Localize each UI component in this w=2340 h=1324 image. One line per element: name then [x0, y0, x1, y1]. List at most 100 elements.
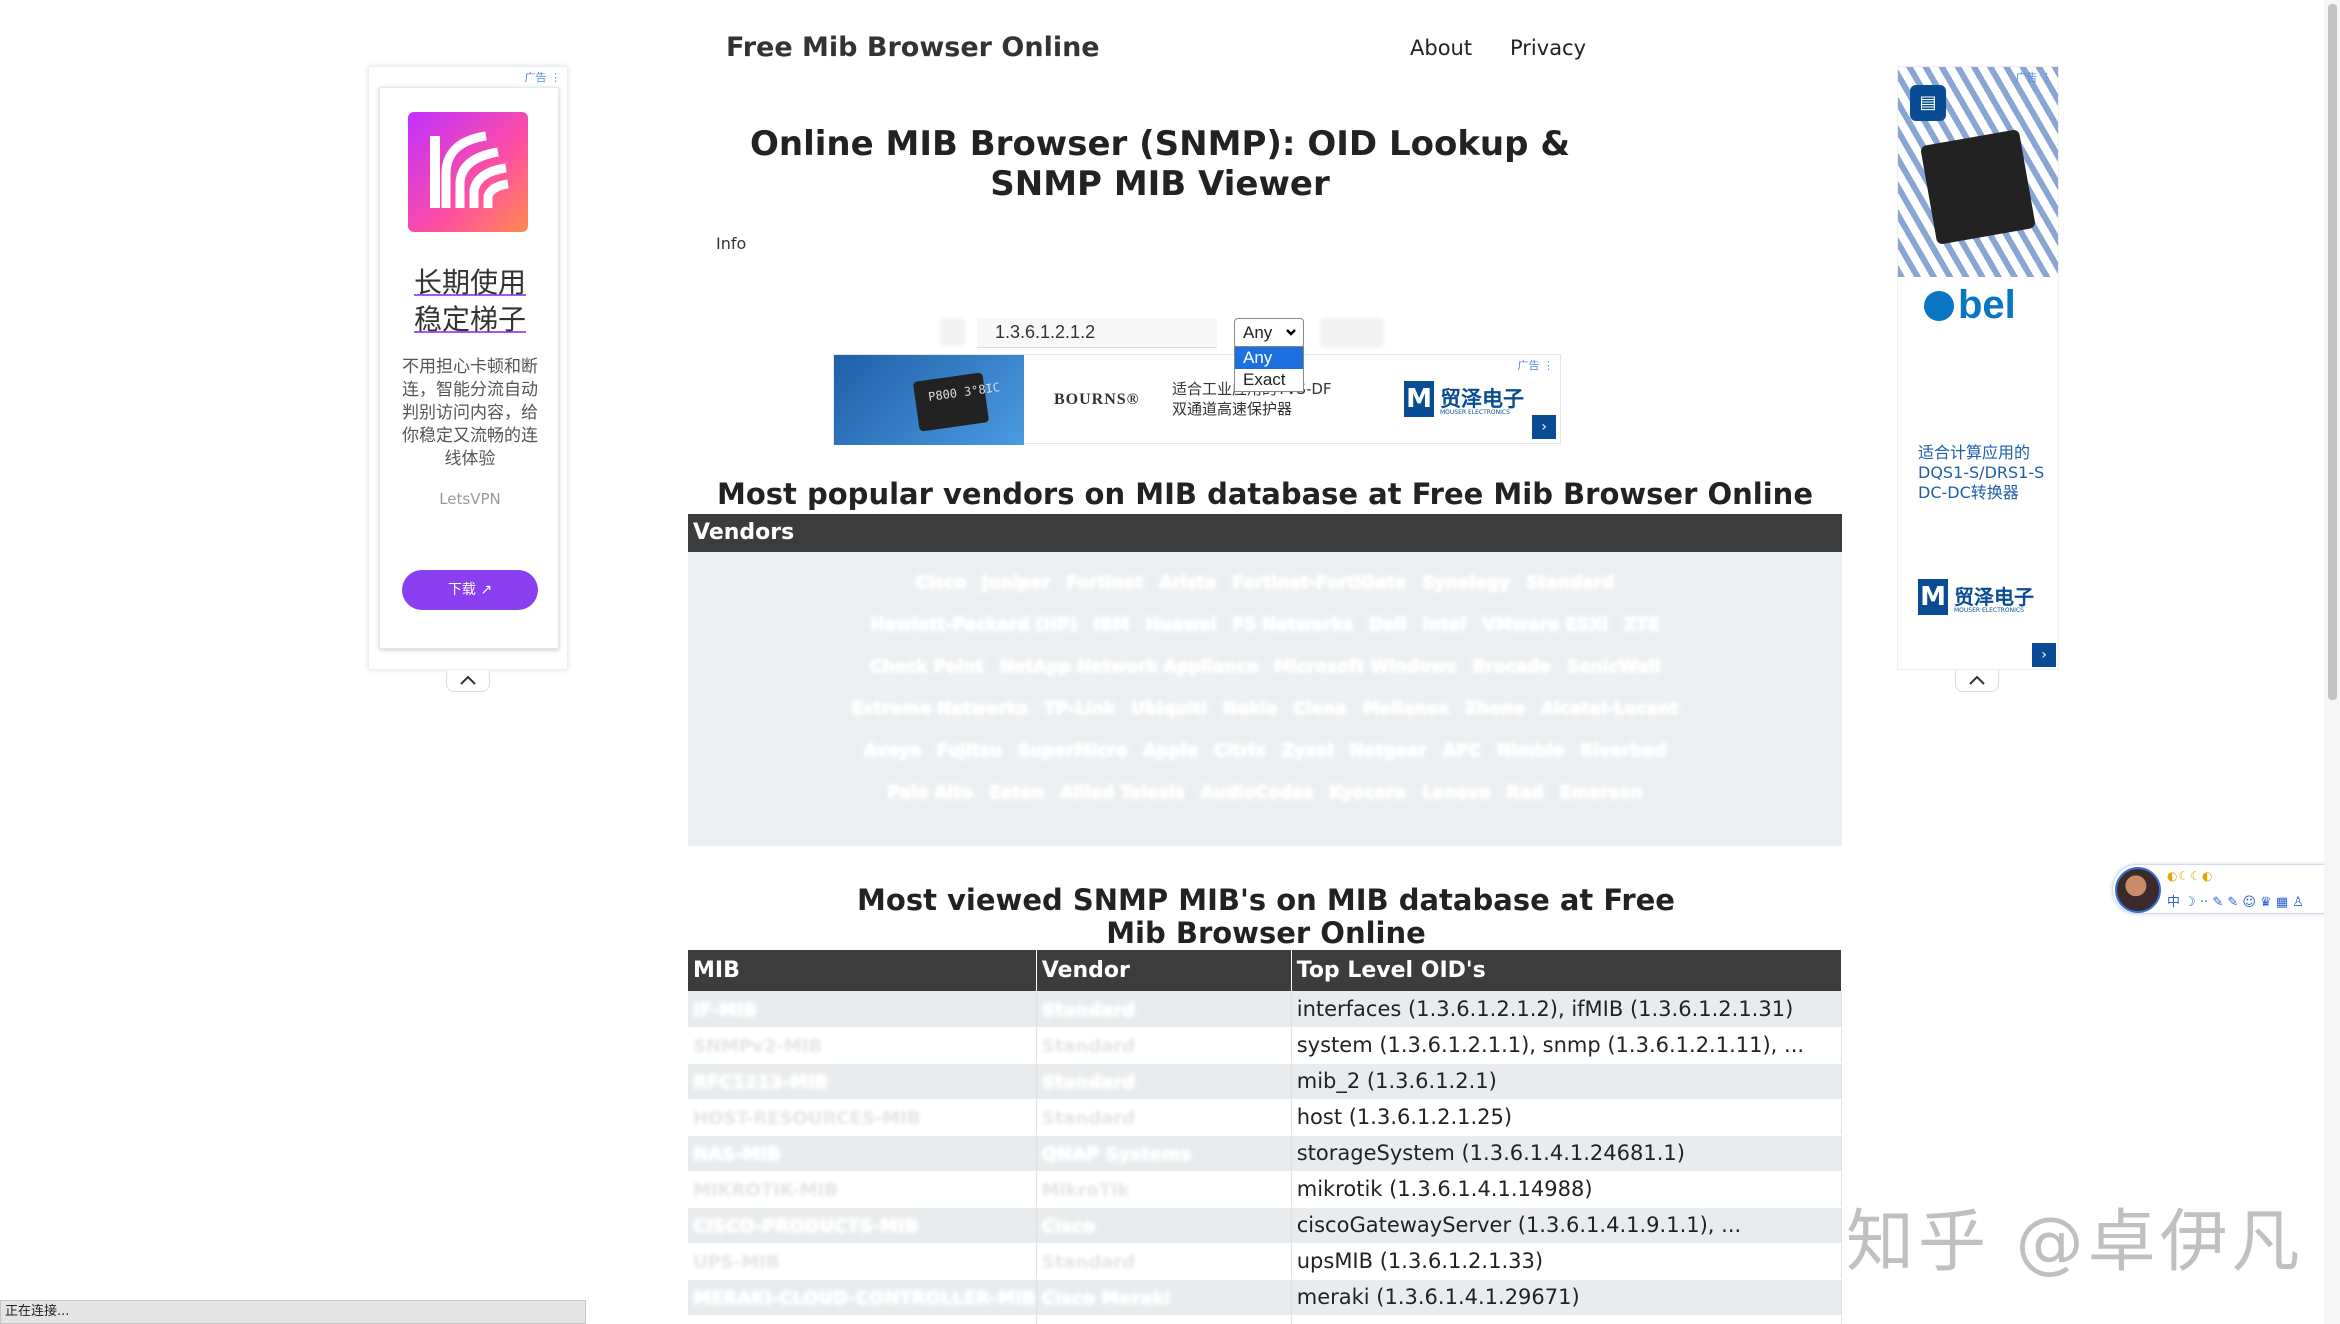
- vendor-link[interactable]: F5 Networks: [1233, 605, 1353, 646]
- vendor-link[interactable]: AudioCodes: [1201, 773, 1314, 814]
- inline-banner-ad[interactable]: P800 3°8IC BOURNS® 适合工业应用的TVS-DF 双通道高速保护…: [833, 354, 1561, 445]
- vendor-cell[interactable]: Standard: [1036, 991, 1292, 1028]
- vendor-link[interactable]: Huawei: [1146, 605, 1217, 646]
- mib-name-link[interactable]: HOST-RESOURCES-MIB: [693, 1108, 921, 1129]
- vendor-link[interactable]: APC: [1443, 731, 1481, 772]
- vendor-link[interactable]: Eaton: [989, 773, 1044, 814]
- vendor-link[interactable]: Netgear: [1349, 731, 1426, 772]
- table-row[interactable]: RFC1213-MIB Standard mib_2 (1.3.6.1.2.1): [688, 1063, 1843, 1100]
- mib-name-cell[interactable]: IF-MIB: [688, 991, 1037, 1028]
- vendor-link[interactable]: Citrix: [1214, 731, 1266, 772]
- info-label[interactable]: Info: [716, 234, 746, 253]
- mib-name-link[interactable]: CISCO-PRODUCTS-MIB: [693, 1216, 918, 1237]
- chevron-right-icon[interactable]: ›: [1532, 415, 1556, 439]
- vendor-link[interactable]: TP-Link: [1044, 689, 1115, 730]
- vendor-link[interactable]: Arista: [1159, 563, 1216, 604]
- vendor-cell[interactable]: Standard: [1036, 1027, 1292, 1064]
- vendor-cell[interactable]: MikroTik: [1036, 1171, 1292, 1208]
- vendor-link[interactable]: Fortinet-FortiGate: [1232, 563, 1406, 604]
- mib-name-link[interactable]: MERAKI-CLOUD-CONTROLLER-MIB: [693, 1288, 1035, 1309]
- table-row[interactable]: IF-MIB Standard interfaces (1.3.6.1.2.1.2)…: [688, 991, 1843, 1028]
- search-prefix-button[interactable]: [940, 318, 966, 346]
- vendor-link[interactable]: Fujitsu: [937, 731, 1002, 772]
- table-row[interactable]: NAS-MIB QNAP Systems storageSystem (1.3.6.…: [688, 1135, 1843, 1172]
- oid-search-input[interactable]: [977, 318, 1217, 348]
- vendor-link[interactable]: Emerson: [1559, 773, 1642, 814]
- vendor-link[interactable]: Microsoft Windows: [1274, 647, 1456, 688]
- mib-name-link[interactable]: MIKROTIK-MIB: [693, 1180, 838, 1201]
- mib-name-cell[interactable]: MERAKI-CLOUD-CONTROLLER-MIB: [688, 1279, 1037, 1316]
- table-row[interactable]: MIKROTIK-MIB MikroTik mikrotik (1.3.6.1.4.…: [688, 1171, 1843, 1208]
- mib-name-link[interactable]: NAS-MIB: [693, 1144, 781, 1165]
- mib-name-link[interactable]: UPS-MIB: [693, 1252, 780, 1273]
- vendor-link[interactable]: Apple: [1143, 731, 1198, 772]
- table-row[interactable]: [688, 1315, 1843, 1324]
- mib-name-cell[interactable]: HOST-RESOURCES-MIB: [688, 1099, 1037, 1136]
- mib-name-link[interactable]: SNMPv2-MIB: [693, 1036, 822, 1057]
- vendor-name-link[interactable]: Cisco Meraki: [1042, 1288, 1171, 1309]
- vendor-cell[interactable]: Standard: [1036, 1063, 1292, 1100]
- mib-name-cell[interactable]: [688, 1315, 1037, 1324]
- vendor-link[interactable]: Intel: [1422, 605, 1466, 646]
- vendor-link[interactable]: Ciena: [1293, 689, 1346, 730]
- oid-column-header[interactable]: Top Level OID's: [1291, 950, 1843, 991]
- vendor-link[interactable]: ZTE: [1624, 605, 1660, 646]
- vendor-link[interactable]: Extreme Networks: [851, 689, 1028, 730]
- nav-about-link[interactable]: About: [1410, 36, 1472, 60]
- nav-privacy-link[interactable]: Privacy: [1510, 36, 1586, 60]
- vendor-link[interactable]: Cisco: [916, 563, 966, 604]
- mib-column-header[interactable]: MIB: [688, 950, 1037, 991]
- vendor-link[interactable]: Synology: [1422, 563, 1510, 604]
- table-row[interactable]: HOST-RESOURCES-MIB Standard host (1.3.6.1.…: [688, 1099, 1843, 1136]
- vendor-cell[interactable]: Standard: [1036, 1243, 1292, 1280]
- vendor-name-link[interactable]: Cisco: [1042, 1216, 1095, 1237]
- vendor-link[interactable]: Hewlett-Packard (HP): [870, 605, 1077, 646]
- mib-name-cell[interactable]: RFC1213-MIB: [688, 1063, 1037, 1100]
- vendor-link[interactable]: Juniper: [982, 563, 1050, 604]
- mib-name-cell[interactable]: MIKROTIK-MIB: [688, 1171, 1037, 1208]
- vendor-cell[interactable]: Standard: [1036, 1099, 1292, 1136]
- vendor-link[interactable]: Brocade: [1473, 647, 1551, 688]
- floating-assistant-widget[interactable]: ◐☾☾◐ 中 ☽ ·· ✎ ✎ ☺ ♛ ▦ ♙: [2112, 864, 2340, 914]
- vendor-link[interactable]: Kyocera: [1330, 773, 1406, 814]
- vendor-column-header[interactable]: Vendor: [1036, 950, 1292, 991]
- table-row[interactable]: CISCO-PRODUCTS-MIB Cisco ciscoGatewayServe…: [688, 1207, 1843, 1244]
- left-side-ad[interactable]: 广告 ⋮ 长期使用 稳定梯子 不用担心卡顿和断连，智能分流自动判别访问内容，给你…: [368, 66, 568, 670]
- vendor-link[interactable]: Zyxel: [1282, 731, 1334, 772]
- vendor-link[interactable]: Allied Telesis: [1060, 773, 1185, 814]
- left-ad-collapse-button[interactable]: [446, 670, 490, 692]
- vendor-name-link[interactable]: QNAP Systems: [1042, 1144, 1191, 1165]
- vendor-link[interactable]: Mellanox: [1363, 689, 1449, 730]
- vendor-link[interactable]: Fortinet: [1067, 563, 1144, 604]
- mib-name-cell[interactable]: CISCO-PRODUCTS-MIB: [688, 1207, 1037, 1244]
- scrollbar-thumb[interactable]: [2328, 4, 2337, 700]
- right-side-ad[interactable]: ▤ 广告 ⋮ bel 适合计算应用的DQS1-S/DRS1-S DC-DC转换器…: [1897, 66, 2059, 670]
- mib-name-link[interactable]: IF-MIB: [693, 1000, 757, 1021]
- vendor-cell[interactable]: Cisco: [1036, 1207, 1292, 1244]
- right-ad-collapse-button[interactable]: [1955, 670, 1999, 692]
- vendor-link[interactable]: Standard: [1526, 563, 1614, 604]
- mib-name-cell[interactable]: SNMPv2-MIB: [688, 1027, 1037, 1064]
- vendor-link[interactable]: SuperMicro: [1018, 731, 1127, 772]
- vendor-link[interactable]: SonicWall: [1567, 647, 1660, 688]
- vendor-name-link[interactable]: Standard: [1042, 1072, 1135, 1093]
- vendor-link[interactable]: Rad: [1507, 773, 1544, 814]
- vendor-link[interactable]: Nimble: [1497, 731, 1564, 772]
- vendor-link[interactable]: VMware ESXi: [1482, 605, 1608, 646]
- chevron-right-icon[interactable]: ›: [2032, 643, 2056, 667]
- search-submit-button[interactable]: [1320, 318, 1384, 348]
- ad-choices-tag[interactable]: 广告 ⋮: [2016, 69, 2053, 85]
- table-row[interactable]: MERAKI-CLOUD-CONTROLLER-MIB Cisco Meraki m…: [688, 1279, 1843, 1316]
- vendor-link[interactable]: Lenovo: [1422, 773, 1491, 814]
- match-option-exact[interactable]: Exact: [1235, 369, 1303, 391]
- vendor-link[interactable]: Palo Alto: [887, 773, 973, 814]
- vendor-cell[interactable]: Cisco Meraki: [1036, 1279, 1292, 1316]
- vendor-name-link[interactable]: Standard: [1042, 1108, 1135, 1129]
- vendor-cell[interactable]: QNAP Systems: [1036, 1135, 1292, 1172]
- vendor-cell[interactable]: [1036, 1315, 1292, 1324]
- mib-name-link[interactable]: RFC1213-MIB: [693, 1072, 828, 1093]
- vendor-link[interactable]: Nokia: [1223, 689, 1278, 730]
- ad-choices-tag[interactable]: 广告 ⋮: [525, 69, 562, 85]
- vendor-link[interactable]: Ubiquiti: [1131, 689, 1207, 730]
- vendor-link[interactable]: Alcatel-Lucent: [1541, 689, 1679, 730]
